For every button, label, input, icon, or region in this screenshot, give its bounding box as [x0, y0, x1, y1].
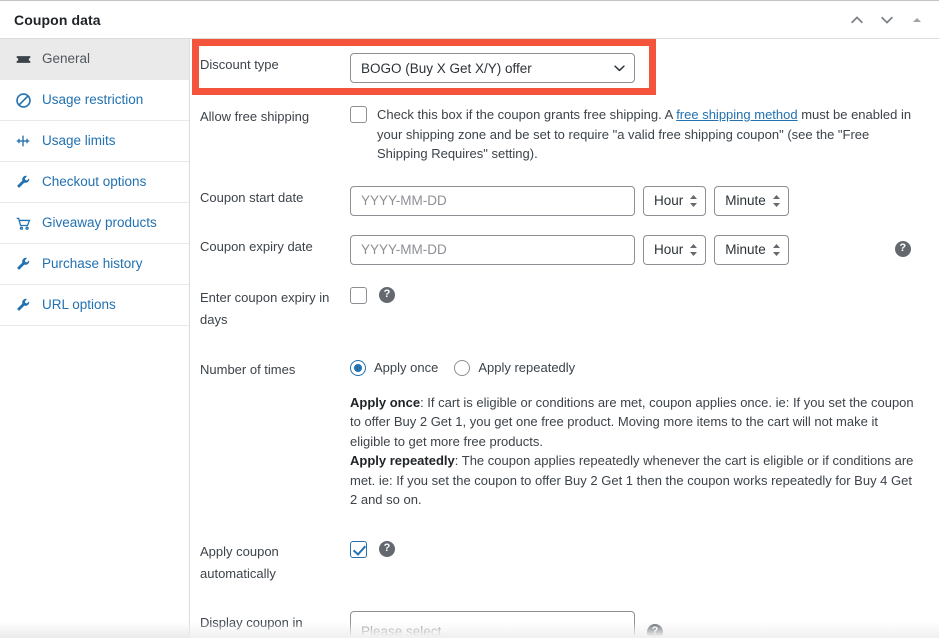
sidebar-item-usage-restriction[interactable]: Usage restriction [0, 80, 189, 121]
display-coupon-in-help-icon[interactable]: ? [647, 623, 663, 638]
apply-automatically-label: Apply coupon automatically [200, 543, 279, 581]
hour-label: Hour [654, 241, 684, 257]
ticket-icon [14, 50, 32, 68]
coupon-start-date-label: Coupon start date [200, 189, 304, 205]
coupon-data-panel: Coupon data General Usage restriction Us… [0, 0, 939, 638]
move-up-button[interactable] [843, 5, 871, 35]
sidebar-item-purchase-history[interactable]: Purchase history [0, 244, 189, 285]
field-coupon-expiry-date: Coupon expiry date Hour Minute [190, 234, 939, 265]
chevron-up-icon [850, 16, 864, 24]
limits-icon [14, 132, 32, 150]
sidebar-item-url-options[interactable]: URL options [0, 285, 189, 326]
apply-repeatedly-radio[interactable] [454, 359, 471, 376]
cart-icon [14, 214, 32, 232]
panel-header-controls [843, 1, 931, 39]
coupon-expiry-hour-stepper[interactable]: Hour [643, 234, 707, 265]
coupon-expiry-help-icon[interactable]: ? [894, 240, 911, 257]
sidebar-item-label: Checkout options [42, 174, 147, 190]
coupon-start-hour-stepper[interactable]: Hour [643, 185, 707, 216]
sidebar-item-label: Purchase history [42, 256, 143, 272]
free-shipping-method-link[interactable]: free shipping method [676, 107, 797, 122]
sidebar-item-label: Usage restriction [42, 92, 144, 108]
triangle-up-icon [913, 18, 921, 22]
panel-body: General Usage restriction Usage limits C… [0, 39, 939, 638]
sidebar-item-label: General [42, 51, 91, 67]
apply-repeatedly-label[interactable]: Apply repeatedly [478, 360, 575, 375]
sidebar-bottom-fade [0, 622, 190, 638]
discount-type-select-wrap: BOGO (Buy X Get X/Y) offer [350, 53, 635, 83]
apply-repeatedly-description: Apply repeatedly: The coupon applies rep… [350, 451, 922, 510]
coupon-start-minute-stepper[interactable]: Minute [714, 185, 789, 216]
field-allow-free-shipping: Allow free shipping Check this box if th… [190, 105, 939, 164]
apply-once-desc-title: Apply once [350, 394, 421, 410]
display-coupon-in-input[interactable] [350, 610, 635, 638]
apply-repeatedly-desc-title: Apply repeatedly [350, 453, 455, 468]
stepper-arrows-icon [689, 243, 698, 257]
sidebar-item-checkout-options[interactable]: Checkout options [0, 162, 189, 203]
allow-free-shipping-description: Check this box if the coupon grants free… [377, 105, 912, 164]
expiry-in-days-label: Enter coupon expiry in days [200, 289, 330, 327]
sidebar-item-general[interactable]: General [0, 39, 189, 80]
hour-label: Hour [654, 192, 684, 208]
sidebar-item-label: URL options [42, 297, 116, 313]
minute-label: Minute [725, 241, 766, 257]
field-discount-type: Discount type BOGO (Buy X Get X/Y) offer [190, 53, 939, 83]
apply-once-description: Apply once: If cart is eligible or condi… [350, 393, 922, 452]
general-options-pane: Discount type BOGO (Buy X Get X/Y) offer… [190, 39, 939, 638]
allow-free-shipping-checkbox[interactable] [350, 106, 367, 123]
field-coupon-start-date: Coupon start date Hour Minute [190, 185, 939, 216]
expiry-in-days-help-icon[interactable]: ? [379, 286, 395, 303]
free-shipping-text-1: Check this box if the coupon grants free… [377, 107, 677, 122]
apply-once-desc-body: : If cart is eligible or conditions are … [350, 394, 914, 449]
coupon-expiry-date-input[interactable] [350, 234, 635, 265]
field-number-of-times: Number of times Apply once Apply repeate… [190, 358, 939, 510]
coupon-expiry-date-label: Coupon expiry date [200, 238, 313, 254]
coupon-data-sidebar: General Usage restriction Usage limits C… [0, 39, 190, 638]
minute-label: Minute [725, 192, 766, 208]
panel-header: Coupon data [0, 1, 939, 39]
expiry-in-days-checkbox[interactable] [350, 286, 367, 304]
number-of-times-radio-group: Apply once Apply repeatedly [350, 358, 583, 378]
field-apply-automatically: Apply coupon automatically ? [190, 539, 939, 585]
apply-once-radio[interactable] [350, 359, 366, 376]
wrench-icon [14, 173, 32, 191]
sidebar-item-label: Usage limits [42, 133, 116, 149]
chevron-down-icon [880, 16, 894, 24]
field-expiry-in-days: Enter coupon expiry in days ? [190, 285, 939, 331]
no-entry-icon [14, 91, 32, 109]
field-display-coupon-in: Display coupon in ? [190, 610, 939, 638]
allow-free-shipping-label: Allow free shipping [200, 109, 310, 124]
stepper-arrows-icon [689, 194, 698, 208]
move-down-button[interactable] [873, 5, 901, 35]
apply-once-label[interactable]: Apply once [374, 360, 438, 375]
coupon-expiry-minute-stepper[interactable]: Minute [714, 234, 789, 265]
number-of-times-label: Number of times [200, 361, 296, 377]
stepper-arrows-icon [772, 194, 781, 208]
sidebar-item-label: Giveaway products [42, 215, 157, 231]
wrench-icon [14, 296, 32, 314]
page-title: Coupon data [14, 11, 101, 28]
display-coupon-in-label: Display coupon in [200, 614, 303, 630]
coupon-start-date-input[interactable] [350, 185, 635, 216]
apply-automatically-help-icon[interactable]: ? [379, 540, 395, 557]
discount-type-select[interactable]: BOGO (Buy X Get X/Y) offer [350, 53, 635, 83]
toggle-panel-button[interactable] [903, 5, 931, 35]
wrench-icon [14, 255, 32, 273]
discount-type-label: Discount type [200, 57, 279, 72]
sidebar-item-giveaway-products[interactable]: Giveaway products [0, 203, 189, 244]
stepper-arrows-icon [772, 243, 781, 257]
apply-automatically-checkbox[interactable] [350, 540, 367, 558]
sidebar-item-usage-limits[interactable]: Usage limits [0, 121, 189, 162]
